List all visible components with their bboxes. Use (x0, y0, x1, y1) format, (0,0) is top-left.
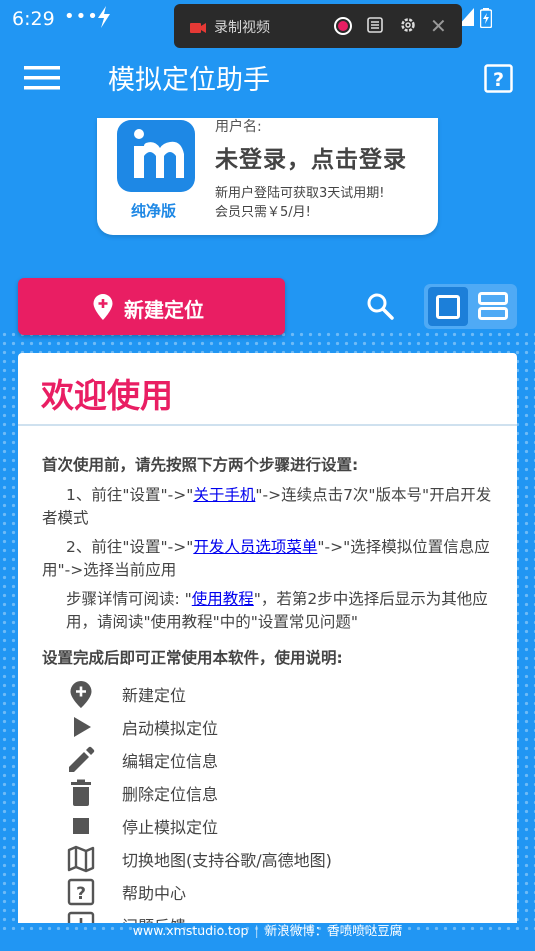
view-mode-toggle (424, 284, 517, 329)
step-text: 1、前往"设置"->" (66, 486, 194, 504)
feature-label: 切换地图(支持谷歌/高德地图) (122, 851, 332, 870)
screen-recorder-toolbar: 录制视频 ✕ (174, 4, 462, 48)
setup-intro: 首次使用前，请先按照下方两个步骤进行设置: (42, 456, 359, 474)
record-button[interactable] (334, 17, 352, 35)
feature-item: 启动模拟定位 (66, 712, 486, 742)
developer-options-link[interactable]: 开发人员选项菜单 (193, 538, 317, 556)
square-icon (436, 295, 460, 319)
feature-label: 新建定位 (122, 686, 187, 705)
about-phone-link[interactable]: 关于手机 (193, 486, 255, 504)
website-link[interactable]: www.xmstudio.top (133, 923, 249, 938)
video-camera-icon (190, 19, 206, 38)
close-icon[interactable]: ✕ (430, 14, 447, 38)
map-icon (66, 844, 96, 874)
svg-text:?: ? (76, 884, 86, 904)
feature-item: 删除定位信息 (66, 778, 486, 808)
welcome-title: 欢迎使用 (41, 376, 173, 415)
feature-item: ? 帮助中心 (66, 877, 486, 907)
new-location-button[interactable]: 新建定位 (18, 278, 285, 335)
footer-separator: | (254, 923, 259, 938)
help-icon: ? (66, 877, 96, 907)
battery-icon (479, 8, 493, 33)
delete-icon (66, 778, 96, 808)
login-prompt[interactable]: 未登录，点击登录 (215, 140, 407, 174)
user-name-label: 用户名: (215, 119, 262, 135)
setup-step-1: 1、前往"设置"->"关于手机"->连续点击7次"版本号"开启开发者模式 (42, 484, 502, 530)
app-logo (117, 120, 195, 192)
list-view-icon[interactable] (478, 292, 508, 324)
svg-text:?: ? (493, 69, 504, 91)
feature-label: 删除定位信息 (122, 785, 219, 804)
add-location-icon (93, 294, 113, 324)
tutorial-link[interactable]: 使用教程 (192, 590, 254, 608)
edit-icon (66, 745, 96, 775)
divider (18, 424, 517, 426)
new-location-label: 新建定位 (124, 298, 204, 322)
feature-item: 停止模拟定位 (66, 811, 486, 841)
recorder-label: 录制视频 (214, 20, 270, 36)
search-icon[interactable] (366, 292, 394, 324)
step-text: 2、前往"设置"->" (66, 538, 194, 556)
feature-label: 编辑定位信息 (122, 752, 219, 771)
logo-label: 纯净版 (131, 202, 177, 220)
welcome-card: 欢迎使用 首次使用前，请先按照下方两个步骤进行设置: 1、前往"设置"->"关于… (18, 353, 517, 923)
feature-label: 停止模拟定位 (122, 818, 219, 837)
feature-label: 启动模拟定位 (122, 719, 219, 738)
list-icon[interactable] (367, 17, 383, 37)
feature-item: 编辑定位信息 (66, 745, 486, 775)
membership-price-text: 会员只需￥5/月! (215, 205, 311, 220)
app-title: 模拟定位助手 (108, 65, 270, 96)
weibo-link[interactable]: 新浪微博：香喷喷哒豆腐 (265, 923, 403, 938)
notification-dots: ••• (64, 6, 99, 27)
setup-step-2: 2、前往"设置"->"开发人员选项菜单"->"选择模拟位置信息应用"->选择当前… (42, 536, 502, 582)
setup-step-details: 步骤详情可阅读: "使用教程"，若第2步中选择后显示为其他应用，请阅读"使用教程… (42, 588, 502, 634)
feature-item: 新建定位 (66, 679, 486, 709)
usage-title: 设置完成后即可正常使用本软件，使用说明: (42, 649, 343, 667)
trial-promo-text: 新用户登陆可获取3天试用期! (215, 186, 385, 201)
gear-icon[interactable] (399, 16, 417, 38)
user-login-card[interactable]: 纯净版 用户名: 未登录，点击登录 新用户登陆可获取3天试用期! 会员只需￥5/… (97, 118, 438, 235)
lightning-icon (96, 6, 112, 33)
add-location-icon (66, 679, 96, 709)
menu-icon[interactable] (24, 66, 60, 94)
grid-view-button[interactable] (428, 287, 468, 326)
step-text: 步骤详情可阅读: " (66, 590, 192, 608)
stop-icon (66, 811, 96, 841)
play-icon (66, 712, 96, 742)
footer: www.xmstudio.top | 新浪微博：香喷喷哒豆腐 (0, 920, 535, 941)
feature-label: 帮助中心 (122, 884, 187, 903)
feature-item: 切换地图(支持谷歌/高德地图) (66, 844, 486, 874)
help-icon[interactable]: ? (484, 64, 513, 97)
status-time: 6:29 (12, 8, 55, 30)
